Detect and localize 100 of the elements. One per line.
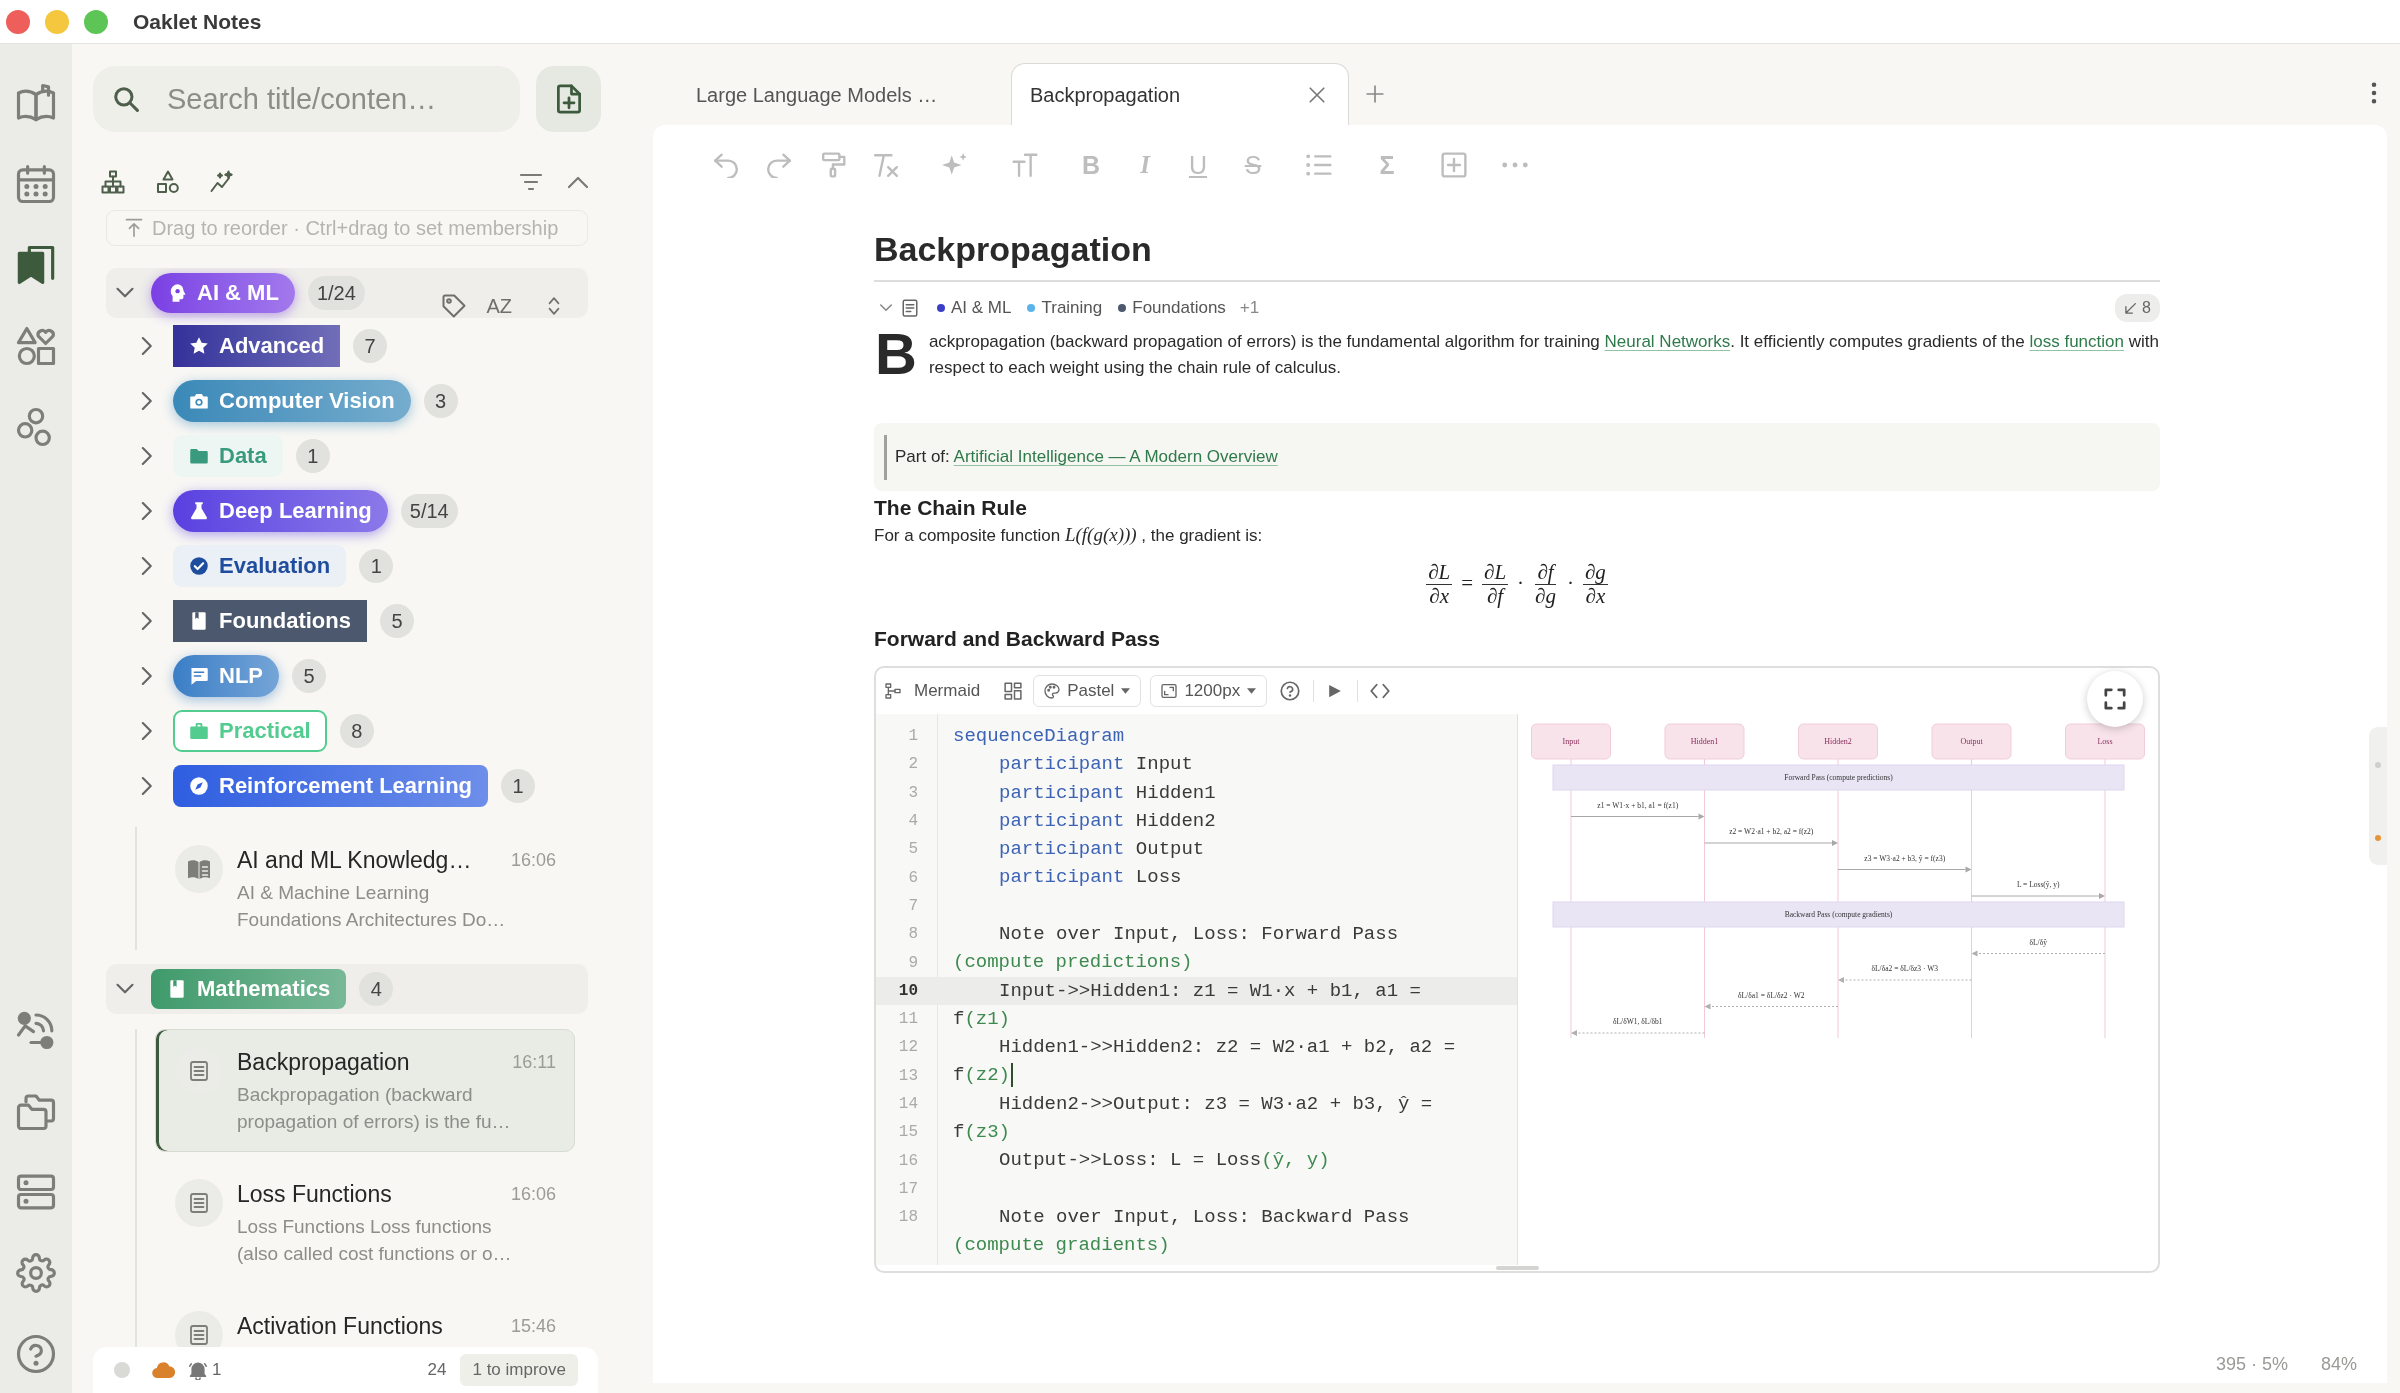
code-line: Hidden2->>Output: z3 = W3·a2 + b3, ŷ = [999,1091,1433,1117]
code-icon[interactable] [1370,681,1391,701]
tag-chip[interactable]: Mathematics [151,969,347,1009]
code-line: participant Hidden1 [999,780,1216,806]
document-icon [175,1179,223,1227]
numerator: ∂L [1426,560,1453,585]
tag-label[interactable]: Training [1041,295,1103,321]
tag-chip[interactable]: Evaluation [173,544,347,587]
hint-text: Drag to reorder · Ctrl+drag to set membership [152,216,559,241]
more-tags-label[interactable]: +1 [1239,295,1260,321]
folders-icon[interactable] [16,1091,56,1131]
tab[interactable]: Large Language Models … [673,63,1011,125]
tag-group-header[interactable]: AI & ML 1/24 AZ [106,268,588,318]
person-waves-icon[interactable] [16,1010,56,1050]
code-line: participant Input [999,752,1193,778]
backlinks-badge[interactable]: 8 [2115,294,2160,322]
bell-icon[interactable] [188,1360,208,1380]
note-item[interactable]: Loss Functions 16:06 Loss Functions Loss functions (also called cost functions or o… [155,1161,575,1284]
tag-chip[interactable]: Foundations [173,599,367,642]
code-line: participant Loss [999,865,1182,891]
marker-dot-icon [2375,762,2381,768]
search-field[interactable]: Search title/conten… [93,66,520,132]
line-number: 8 [907,924,919,946]
bookmarks-icon[interactable] [16,245,56,285]
plus-icon[interactable] [1366,85,1384,103]
scrollbar-thumb[interactable] [1496,1266,1539,1270]
note-title: Backpropagation [237,1047,410,1077]
caret-down-icon [1247,688,1257,694]
note-item[interactable]: AI and ML Knowledg… 16:06 AI & Machine Learning Foundations Architectures Do… [155,827,575,950]
note-time: 16:11 [512,1050,556,1074]
layout-icon[interactable] [1004,682,1023,700]
line-number: 18 [897,1207,919,1229]
note-time: 16:06 [510,1182,556,1206]
window-close-icon[interactable] [6,9,30,34]
tag-chip[interactable]: NLP [173,654,279,697]
note-item[interactable]: Backpropagation 16:11 Backpropagation (backward propagation of errors) is the fu… [155,1029,575,1152]
help-icon[interactable] [16,1334,56,1374]
operator: · [1567,570,1574,598]
document-icon[interactable] [901,299,919,317]
tag-icon[interactable] [442,294,467,318]
chat-icon [189,665,209,686]
play-icon[interactable] [1328,684,1343,698]
sort-button[interactable]: AZ [486,294,512,318]
bookmark-icon [189,610,209,631]
section-heading: The Chain Rule [874,495,1028,521]
settings-icon[interactable] [16,1253,56,1293]
help-icon[interactable] [1280,681,1301,701]
theme-dropdown[interactable]: Pastel [1033,675,1142,707]
tag-label[interactable]: Foundations [1132,295,1226,321]
zoom-level: 84% [2320,1352,2357,1376]
hierarchy-icon[interactable] [101,170,125,194]
fullscreen-button[interactable] [2087,671,2143,727]
tag-chip[interactable]: AI & ML [151,273,295,313]
calendar-icon[interactable] [16,164,56,204]
code-line: participant Output [999,837,1205,863]
line-number: 17 [897,1178,919,1200]
note-snippet: AI & Machine Learning Foundations Architectures Do… [237,881,507,932]
line-number: 10 [897,980,919,1002]
tab[interactable]: Backpropagation [1011,63,1349,125]
tag-group-header[interactable]: Mathematics 4 [106,964,588,1014]
link[interactable]: Artificial Intelligence — A Modern Overview [953,447,1278,467]
sparkle-chart-icon[interactable] [210,170,234,194]
code-line: f(z2) [953,1061,1013,1090]
tag-label[interactable]: AI & ML [951,295,1012,321]
arrow-to-top-icon [124,218,144,238]
code-editor[interactable] [876,714,1518,1265]
tag-chip[interactable]: Data [173,434,283,477]
flowchart-icon [885,683,901,699]
tag-chip[interactable]: Deep Learning [173,489,388,532]
book-icon[interactable] [16,83,56,123]
size-dropdown[interactable]: 1200px [1150,675,1268,707]
code-line: f(z3) [953,1120,1010,1146]
paragraph: ackpropagation (backward propagation of errors) is the fundamental algorithm for training Neural Networks. It efficiently computes gradients of the loss function with respect to each weight using the chain rule of calculus. [928,331,2160,379]
server-icon[interactable] [16,1172,56,1212]
line-number: 4 [907,811,919,833]
improve-badge[interactable]: 1 to improve [460,1354,578,1386]
new-note-button[interactable] [536,66,601,132]
code-line: Note over Input, Loss: Backward Pass [999,1204,1410,1230]
count-badge: 3 [423,383,458,418]
tag-chip[interactable]: Computer Vision [173,379,411,422]
marker-dot-icon [2375,835,2381,841]
close-icon[interactable] [1308,85,1326,104]
denominator: ∂x [1584,584,1607,608]
arrow-down-left-icon [2124,301,2138,315]
more-options-icon[interactable] [2370,82,2378,104]
note-time: 16:06 [510,848,556,872]
link[interactable]: Neural Networks [1604,332,1731,351]
count-badge: 1 [501,768,536,803]
line-number: 9 [907,952,919,974]
tag-chip[interactable]: Reinforcement Learning [173,764,489,807]
operator: = [1461,570,1474,598]
note-item[interactable]: Activation Functions 15:46 [155,1293,575,1347]
status-dot-icon [114,1362,130,1378]
code-line: Input->>Hidden1: z1 = W1·x + b1, a1 = [999,978,1421,1004]
count-badge: 1 [359,548,394,583]
shapes-icon[interactable] [156,170,180,194]
tag-chip[interactable]: Advanced [173,324,341,367]
link[interactable]: loss function [2029,332,2124,351]
numerator: ∂f [1535,560,1556,585]
shapes-icon[interactable] [16,326,56,366]
